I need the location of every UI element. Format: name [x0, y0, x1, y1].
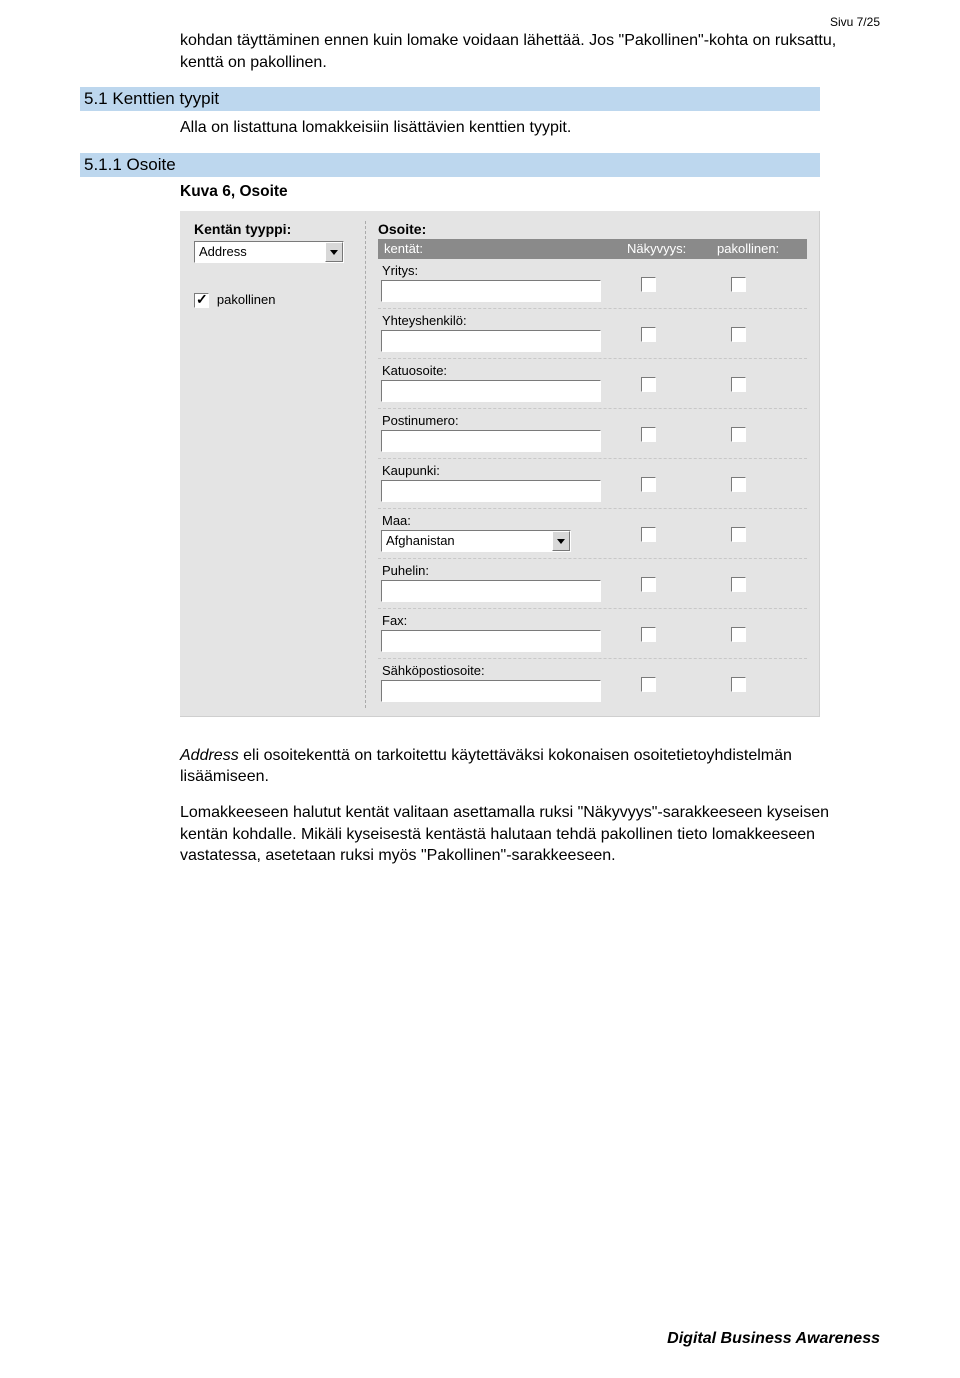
field-type-label: Kentän tyyppi:	[194, 221, 365, 237]
mandatory-field-checkbox[interactable]	[731, 677, 746, 692]
text-input[interactable]	[381, 380, 601, 402]
field-row: Yhteyshenkilö:	[378, 311, 807, 359]
after-form-p1-rest: eli osoitekenttä on tarkoitettu käytettä…	[180, 747, 792, 786]
heading-5-1: 5.1 Kenttien tyypit	[80, 87, 820, 111]
country-select[interactable]: Afghanistan	[381, 530, 571, 552]
field-type-select[interactable]: Address	[194, 241, 344, 263]
field-row: Kaupunki:	[378, 461, 807, 509]
field-label: Katuosoite:	[378, 361, 627, 378]
text-input[interactable]	[381, 330, 601, 352]
text-input[interactable]	[381, 680, 601, 702]
visibility-checkbox[interactable]	[641, 427, 656, 442]
mandatory-field-checkbox[interactable]	[731, 277, 746, 292]
visibility-checkbox[interactable]	[641, 527, 656, 542]
visibility-checkbox[interactable]	[641, 477, 656, 492]
visibility-checkbox[interactable]	[641, 577, 656, 592]
visibility-checkbox[interactable]	[641, 327, 656, 342]
country-value: Afghanistan	[386, 533, 455, 548]
figure-6-label: Kuva 6, Osoite	[180, 183, 880, 201]
form-right-column: Osoite: kentät: Näkyvyys: pakollinen: Yr…	[365, 221, 819, 708]
mandatory-field-checkbox[interactable]	[731, 577, 746, 592]
field-row: Yritys:	[378, 261, 807, 309]
intro-paragraph: kohdan täyttäminen ennen kuin lomake voi…	[180, 30, 880, 73]
after-form-p1: Address eli osoitekenttä on tarkoitettu …	[180, 745, 880, 788]
visibility-checkbox[interactable]	[641, 277, 656, 292]
text-input[interactable]	[381, 280, 601, 302]
mandatory-field-checkbox[interactable]	[731, 477, 746, 492]
mandatory-field-checkbox[interactable]	[731, 377, 746, 392]
field-label: Yritys:	[378, 261, 627, 278]
field-row: Postinumero:	[378, 411, 807, 459]
page-number: Sivu 7/25	[830, 15, 880, 29]
visibility-checkbox[interactable]	[641, 377, 656, 392]
field-row: Fax:	[378, 611, 807, 659]
visibility-checkbox[interactable]	[641, 627, 656, 642]
footer-brand: Digital Business Awareness	[667, 1330, 880, 1348]
field-label: Sähköpostiosoite:	[378, 661, 627, 678]
text-input[interactable]	[381, 630, 601, 652]
mandatory-field-checkbox[interactable]	[731, 427, 746, 442]
column-header-row: kentät: Näkyvyys: pakollinen:	[378, 239, 807, 259]
field-label: Maa:	[378, 511, 627, 528]
col-header-fields: kentät:	[378, 241, 627, 256]
text-input[interactable]	[381, 580, 601, 602]
field-label: Puhelin:	[378, 561, 627, 578]
chevron-down-icon[interactable]	[325, 242, 343, 262]
col-header-mandatory: pakollinen:	[717, 241, 807, 256]
field-row: Katuosoite:	[378, 361, 807, 409]
form-left-column: Kentän tyyppi: Address pakollinen	[180, 221, 365, 708]
field-label: Fax:	[378, 611, 627, 628]
mandatory-field-checkbox[interactable]	[731, 527, 746, 542]
mandatory-field-checkbox[interactable]	[731, 627, 746, 642]
text-input[interactable]	[381, 480, 601, 502]
field-label: Kaupunki:	[378, 461, 627, 478]
after-form-p2: Lomakkeeseen halutut kentät valitaan ase…	[180, 802, 880, 867]
field-label: Postinumero:	[378, 411, 627, 428]
col-header-visibility: Näkyvyys:	[627, 241, 717, 256]
mandatory-checkbox[interactable]	[194, 293, 209, 308]
heading-5-1-1: 5.1.1 Osoite	[80, 153, 820, 177]
field-type-value: Address	[199, 244, 247, 259]
chevron-down-icon[interactable]	[552, 531, 570, 551]
address-italic: Address	[180, 747, 239, 764]
osoite-title: Osoite:	[378, 221, 807, 237]
field-row: Maa: Afghanistan	[378, 511, 807, 559]
mandatory-label: pakollinen	[213, 292, 276, 307]
visibility-checkbox[interactable]	[641, 677, 656, 692]
field-row: Sähköpostiosoite:	[378, 661, 807, 708]
field-row: Puhelin:	[378, 561, 807, 609]
mandatory-field-checkbox[interactable]	[731, 327, 746, 342]
form-panel: Kentän tyyppi: Address pakollinen Osoite…	[180, 211, 820, 717]
field-label: Yhteyshenkilö:	[378, 311, 627, 328]
section-5-1-subtext: Alla on listattuna lomakkeisiin lisättäv…	[180, 117, 880, 139]
text-input[interactable]	[381, 430, 601, 452]
